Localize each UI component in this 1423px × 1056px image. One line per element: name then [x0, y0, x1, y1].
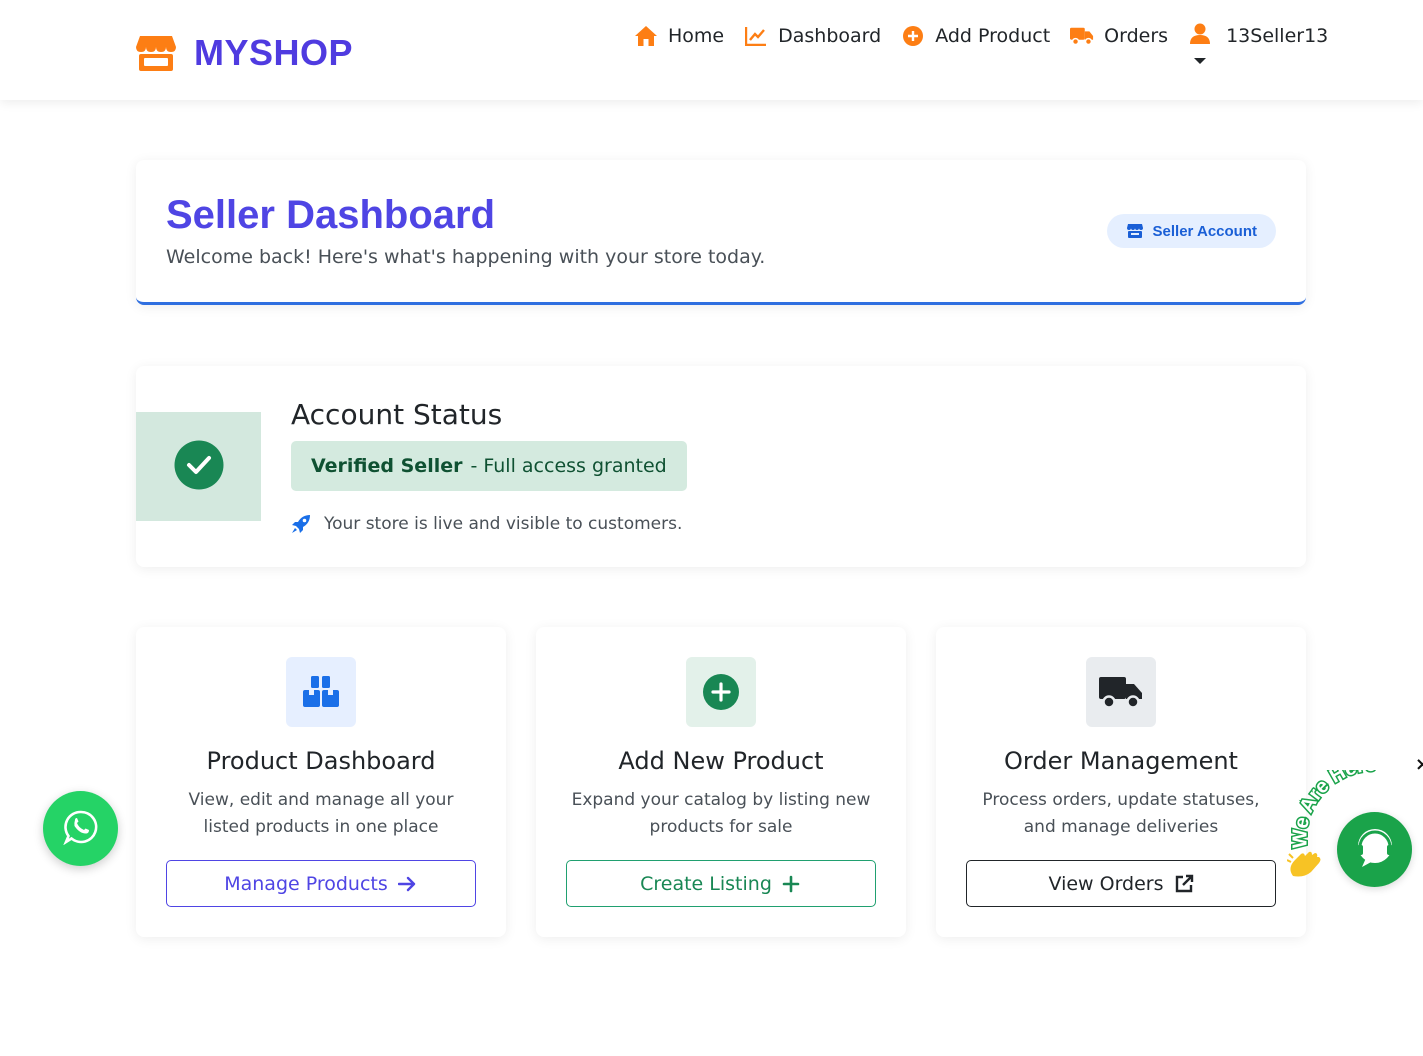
- nav-dashboard[interactable]: Dashboard: [744, 22, 881, 50]
- card-title: Add New Product: [618, 747, 824, 775]
- chat-close-button[interactable]: ×: [1415, 754, 1423, 775]
- chevron-down-icon: [1194, 58, 1207, 64]
- support-chat-icon: [1352, 825, 1398, 875]
- store-icon: [1126, 223, 1143, 239]
- chat-open-button[interactable]: [1337, 812, 1412, 887]
- navbar: MYSHOP Home Dashboard Add Product Orders: [0, 0, 1423, 100]
- status-icon-box: [136, 412, 261, 521]
- card-description: Expand your catalog by listing new produ…: [571, 790, 871, 837]
- rocket-icon: [291, 514, 311, 534]
- external-link-icon: [1174, 874, 1194, 894]
- plus-icon: [782, 874, 802, 894]
- whatsapp-button[interactable]: [43, 791, 118, 866]
- user-name: 13Seller13: [1226, 25, 1329, 47]
- card-title: Product Dashboard: [206, 747, 436, 775]
- brand-name: MYSHOP: [194, 32, 354, 73]
- main-nav: Home Dashboard Add Product Orders 13Sell…: [634, 22, 1328, 64]
- nav-orders[interactable]: Orders: [1070, 22, 1168, 50]
- verified-detail: - Full access granted: [470, 455, 667, 477]
- check-circle-icon: [174, 440, 224, 494]
- boxes-icon: [286, 657, 356, 727]
- waving-hand-icon: [1286, 848, 1327, 882]
- order-management-card: Order Management Process orders, update …: [936, 627, 1306, 937]
- page-subtitle: Welcome back! Here's what's happening wi…: [166, 246, 766, 268]
- brand-link[interactable]: MYSHOP: [136, 32, 353, 74]
- product-dashboard-card: Product Dashboard View, edit and manage …: [136, 627, 506, 937]
- seller-account-badge: Seller Account: [1106, 214, 1276, 248]
- status-title: Account Status: [291, 398, 503, 431]
- badge-label: Seller Account: [1152, 222, 1257, 240]
- create-listing-button[interactable]: Create Listing: [566, 860, 876, 907]
- arrow-right-icon: [397, 874, 418, 894]
- view-orders-button[interactable]: View Orders: [966, 860, 1276, 907]
- truck-icon: [1086, 657, 1156, 727]
- user-icon: [1188, 22, 1212, 46]
- card-description: Process orders, update statuses, and man…: [982, 790, 1260, 837]
- manage-products-button[interactable]: Manage Products: [166, 860, 476, 907]
- live-text: Your store is live and visible to custom…: [324, 514, 683, 534]
- nav-add-product[interactable]: Add Product: [901, 22, 1050, 50]
- nav-home[interactable]: Home: [634, 22, 724, 50]
- truck-icon: [1070, 24, 1094, 48]
- store-icon: [136, 34, 176, 72]
- user-menu[interactable]: 13Seller13: [1188, 22, 1328, 64]
- card-title: Order Management: [1004, 747, 1238, 775]
- plus-circle-icon: [901, 24, 925, 48]
- home-icon: [634, 24, 658, 48]
- page-title: Seller Dashboard: [166, 193, 496, 237]
- add-new-product-card: Add New Product Expand your catalog by l…: [536, 627, 906, 937]
- dashboard-header-card: Seller Dashboard Welcome back! Here's wh…: [136, 160, 1306, 305]
- chart-line-icon: [744, 24, 768, 48]
- card-description: View, edit and manage all your listed pr…: [188, 790, 454, 837]
- verified-label: Verified Seller: [311, 455, 463, 477]
- whatsapp-icon: [62, 809, 99, 849]
- verified-alert: Verified Seller - Full access granted: [291, 441, 687, 491]
- store-live-line: Your store is live and visible to custom…: [291, 514, 682, 534]
- account-status-card: Account Status Verified Seller - Full ac…: [136, 366, 1306, 567]
- chat-widget[interactable]: We Are Here: [1285, 770, 1423, 900]
- plus-circle-icon: [686, 657, 756, 727]
